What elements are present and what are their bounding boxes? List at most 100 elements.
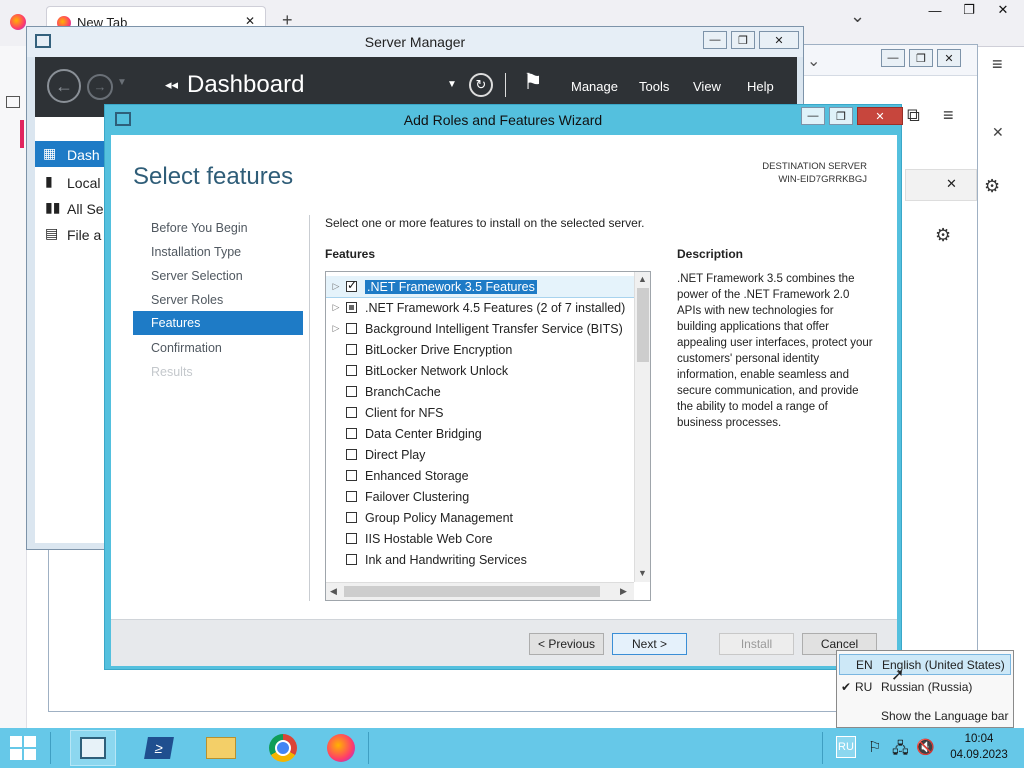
nav-server-roles[interactable]: Server Roles xyxy=(151,293,223,307)
horizontal-scrollbar[interactable]: ◀ ▶ xyxy=(326,582,634,600)
flag-icon[interactable]: ⚐ xyxy=(868,738,881,756)
clock-time[interactable]: 10:04 xyxy=(950,733,1008,745)
feature-row[interactable]: Failover Clustering xyxy=(326,486,634,507)
close-icon[interactable]: ✕ xyxy=(992,124,1004,141)
minimize-button[interactable]: — xyxy=(703,31,727,49)
forward-button[interactable]: → xyxy=(87,74,113,100)
menu-view[interactable]: View xyxy=(693,79,721,94)
feature-row[interactable]: IIS Hostable Web Core xyxy=(326,528,634,549)
feature-row[interactable]: BranchCache xyxy=(326,381,634,402)
file-explorer-taskbar-icon[interactable] xyxy=(198,730,244,766)
language-item-en[interactable]: EN English (United States) xyxy=(839,654,1011,675)
maximize-button[interactable]: ❐ xyxy=(952,0,986,20)
feature-checkbox[interactable] xyxy=(346,278,357,292)
expand-arrow-icon[interactable]: ▷ xyxy=(326,323,346,334)
nav-installation-type[interactable]: Installation Type xyxy=(151,245,241,259)
close-button[interactable]: ✕ xyxy=(759,31,799,49)
expand-arrow-icon[interactable]: ▷ xyxy=(326,281,346,292)
nav-before-you-begin[interactable]: Before You Begin xyxy=(151,221,248,235)
network-icon[interactable]: 🖧 xyxy=(892,738,909,763)
nav-features-selected[interactable]: Features xyxy=(133,311,303,335)
maximize-button[interactable]: ❐ xyxy=(829,107,853,125)
menu-manage[interactable]: Manage xyxy=(571,79,618,94)
feature-checkbox[interactable] xyxy=(346,365,357,376)
chevron-down-icon[interactable]: ⌄ xyxy=(807,51,820,71)
feature-checkbox[interactable] xyxy=(346,407,357,418)
breadcrumb-dropdown[interactable]: ▼ xyxy=(447,79,457,90)
gear-icon[interactable]: ⚙ xyxy=(984,176,1000,197)
maximize-button[interactable]: ❐ xyxy=(731,31,755,49)
feature-row[interactable]: BitLocker Drive Encryption xyxy=(326,339,634,360)
feature-checkbox[interactable] xyxy=(346,428,357,439)
volume-muted-icon[interactable]: 🔇 xyxy=(916,738,935,756)
feature-row[interactable]: ▷ .NET Framework 3.5 Features xyxy=(326,276,634,298)
feature-checkbox[interactable] xyxy=(346,554,357,565)
close-button[interactable]: ✕ xyxy=(857,107,903,125)
feature-row[interactable]: Group Policy Management xyxy=(326,507,634,528)
menu-icon[interactable]: ≡ xyxy=(943,105,954,126)
nav-confirmation[interactable]: Confirmation xyxy=(151,341,222,355)
feature-checkbox[interactable] xyxy=(346,470,357,481)
expand-arrow-icon[interactable]: ▷ xyxy=(326,302,346,313)
feature-checkbox[interactable] xyxy=(346,449,357,460)
vertical-scrollbar[interactable]: ▲ ▼ xyxy=(634,272,650,582)
maximize-button[interactable]: ❐ xyxy=(909,49,933,67)
feature-row[interactable]: Data Center Bridging xyxy=(326,423,634,444)
powershell-taskbar-icon[interactable]: ≥ xyxy=(136,730,182,766)
chrome-taskbar-icon[interactable] xyxy=(260,730,306,766)
start-button[interactable] xyxy=(0,730,46,766)
scroll-left-icon[interactable]: ◀ xyxy=(330,586,337,597)
sidebar-item-local-server[interactable]: ▮ Local xyxy=(35,169,115,195)
previous-button[interactable]: < Previous xyxy=(529,633,604,655)
scroll-up-icon[interactable]: ▲ xyxy=(638,274,647,284)
scroll-down-icon[interactable]: ▼ xyxy=(638,568,647,578)
menu-help[interactable]: Help xyxy=(747,79,774,94)
feature-row[interactable]: Enhanced Storage xyxy=(326,465,634,486)
feature-row[interactable]: Direct Play xyxy=(326,444,634,465)
puzzle-icon[interactable]: ⧉ xyxy=(907,105,920,126)
gear-icon[interactable]: ⚙ xyxy=(935,225,951,246)
menu-tools[interactable]: Tools xyxy=(639,79,669,94)
firefox-taskbar-icon[interactable] xyxy=(318,730,364,766)
feature-row[interactable]: Client for NFS xyxy=(326,402,634,423)
next-button[interactable]: Next > xyxy=(612,633,687,655)
sign-in-icon[interactable] xyxy=(6,96,20,108)
feature-checkbox[interactable] xyxy=(346,512,357,523)
features-list[interactable]: ▷ .NET Framework 3.5 Features ▷ .NET Framew… xyxy=(325,271,651,601)
sidebar-item-all-servers[interactable]: ▮▮ All Se xyxy=(35,195,115,221)
feature-row[interactable]: Ink and Handwriting Services xyxy=(326,549,634,570)
language-item-ru[interactable]: ✔ RU Russian (Russia) xyxy=(839,677,1011,698)
nav-server-selection[interactable]: Server Selection xyxy=(151,269,243,283)
feature-checkbox[interactable] xyxy=(346,302,357,313)
minimize-button[interactable]: — xyxy=(801,107,825,125)
history-dropdown[interactable]: ▼ xyxy=(117,77,127,88)
close-button[interactable]: ✕ xyxy=(937,49,961,67)
minimize-button[interactable]: — xyxy=(881,49,905,67)
clock-date[interactable]: 04.09.2023 xyxy=(944,749,1014,761)
refresh-icon[interactable]: ↻ xyxy=(469,73,493,97)
minimize-button[interactable]: — xyxy=(918,0,952,20)
sidebar-item-dashboard[interactable]: ▦ Dash xyxy=(35,141,115,167)
server-manager-taskbar-icon[interactable] xyxy=(70,730,116,766)
feature-row[interactable]: BitLocker Network Unlock xyxy=(326,360,634,381)
feature-row[interactable]: ▷ .NET Framework 4.5 Features (2 of 7 ins… xyxy=(326,297,634,318)
close-button[interactable]: ✕ xyxy=(986,0,1020,20)
chevron-down-icon[interactable]: ⌄ xyxy=(850,6,865,27)
language-indicator[interactable]: RU xyxy=(836,736,856,758)
feature-checkbox[interactable] xyxy=(346,386,357,397)
feature-row[interactable]: ▷ Background Intelligent Transfer Service… xyxy=(326,318,634,339)
scroll-right-icon[interactable]: ▶ xyxy=(620,586,627,597)
scroll-thumb[interactable] xyxy=(637,288,649,362)
hamburger-menu-icon[interactable]: ≡ xyxy=(992,54,1003,75)
back-button[interactable]: ← xyxy=(47,69,81,103)
feature-checkbox[interactable] xyxy=(346,491,357,502)
sidebar-item-file-storage[interactable]: ▤ File a xyxy=(35,221,115,247)
flag-icon[interactable]: ⚑ xyxy=(523,69,543,95)
search-box[interactable]: ✕ xyxy=(905,169,977,201)
h-scroll-thumb[interactable] xyxy=(344,586,600,597)
close-icon[interactable]: ✕ xyxy=(946,176,957,192)
feature-checkbox[interactable] xyxy=(346,533,357,544)
feature-checkbox[interactable] xyxy=(346,323,357,334)
feature-checkbox[interactable] xyxy=(346,344,357,355)
show-language-bar-link[interactable]: Show the Language bar xyxy=(881,709,1008,723)
